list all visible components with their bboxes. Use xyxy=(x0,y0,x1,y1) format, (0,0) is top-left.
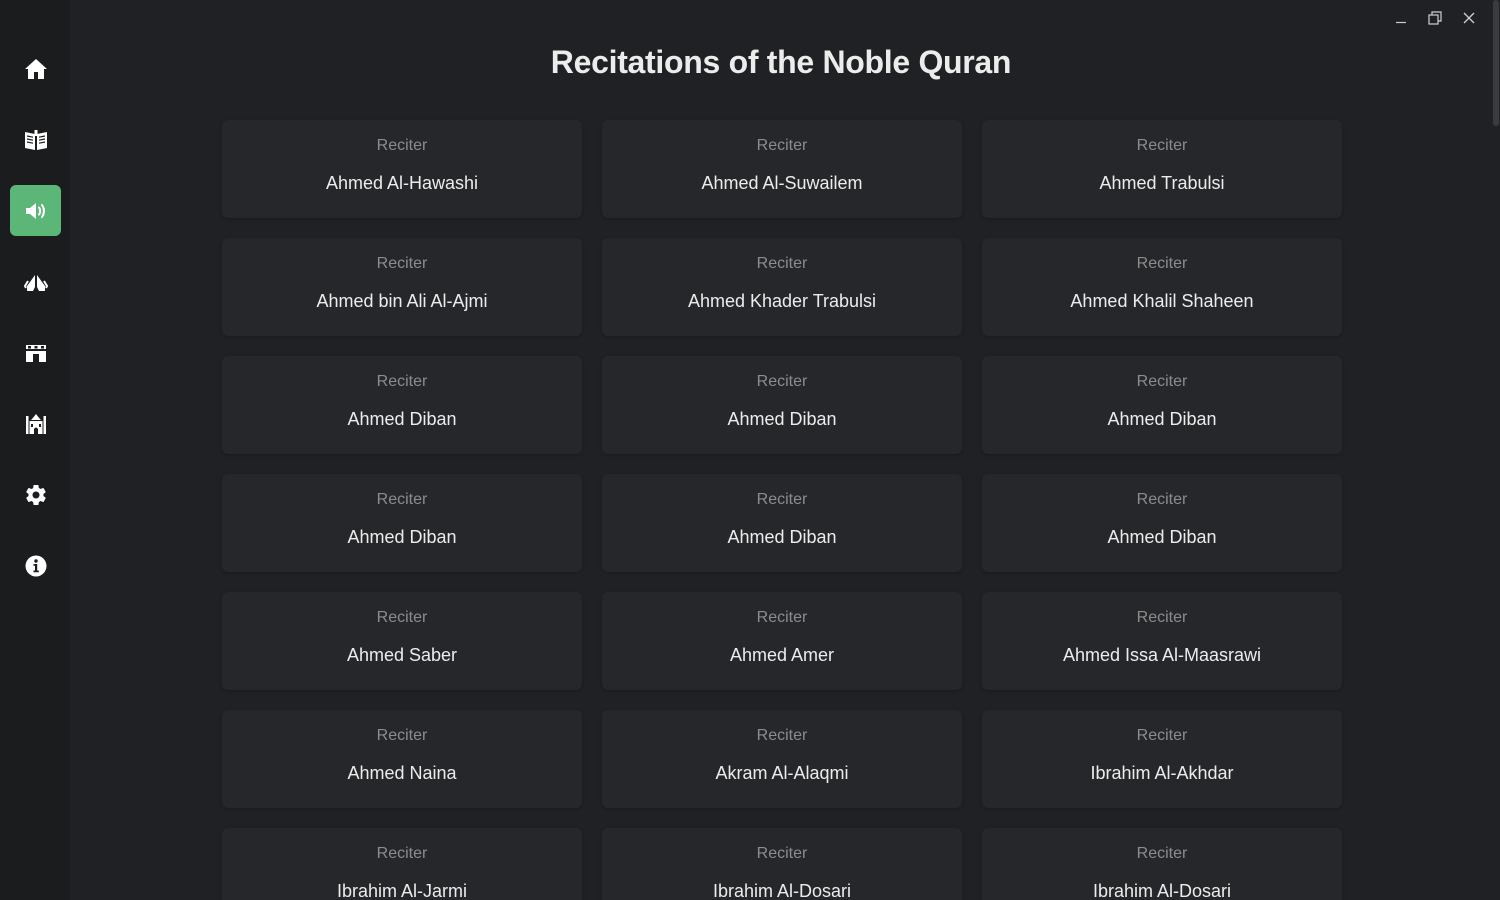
reciter-card[interactable]: Reciter Ahmed Diban xyxy=(222,356,582,454)
reciter-card-name: Ahmed bin Ali Al-Ajmi xyxy=(316,291,488,311)
kaaba-icon xyxy=(25,344,46,362)
reciter-card-name: Ahmed Amer xyxy=(729,645,835,665)
reciter-card[interactable]: Reciter Ahmed Amer xyxy=(602,592,962,690)
minimize-button[interactable] xyxy=(1384,6,1418,30)
reciter-card[interactable]: Reciter Ahmed Khalil Shaheen xyxy=(982,238,1342,336)
reciter-card-name: Ahmed Khalil Shaheen xyxy=(1070,291,1254,311)
reciter-card-label: Reciter xyxy=(756,255,808,272)
reciter-card-label: Reciter xyxy=(756,137,808,154)
reciter-card-label: Reciter xyxy=(376,845,428,862)
reciter-card-label: Reciter xyxy=(1136,373,1188,390)
minimize-icon xyxy=(1396,21,1406,24)
reciter-card[interactable]: Reciter Ahmed Saber xyxy=(222,592,582,690)
reciter-card-name: Ahmed Diban xyxy=(727,409,837,429)
reciter-card-name: Akram Al-Alaqmi xyxy=(715,763,849,783)
reciter-card[interactable]: Reciter Ibrahim Al-Dosari xyxy=(602,828,962,900)
reciter-card-name: Ahmed Naina xyxy=(347,763,457,783)
reciter-card-name: Ahmed Al-Suwailem xyxy=(701,173,863,193)
reciter-card[interactable]: Reciter Ahmed Diban xyxy=(982,356,1342,454)
reciter-card-label: Reciter xyxy=(756,373,808,390)
reciter-card-name: Ahmed Al-Hawashi xyxy=(325,173,479,193)
scrollbar[interactable] xyxy=(1492,0,1500,900)
reciter-card-name: Ahmed Diban xyxy=(727,527,837,547)
reciter-card-label: Reciter xyxy=(376,491,428,508)
sidebar-item-supplications[interactable] xyxy=(10,256,61,307)
reciter-card-label: Reciter xyxy=(1136,491,1188,508)
reciter-card[interactable]: Reciter Ahmed bin Ali Al-Ajmi xyxy=(222,238,582,336)
quran-book-icon xyxy=(24,129,47,150)
reciter-card[interactable]: Reciter Akram Al-Alaqmi xyxy=(602,710,962,808)
reciter-card-label: Reciter xyxy=(376,609,428,626)
sidebar-item-mosque[interactable] xyxy=(10,398,61,449)
reciter-card[interactable]: Reciter Ahmed Al-Hawashi xyxy=(222,120,582,218)
reciter-card-label: Reciter xyxy=(376,373,428,390)
reciter-grid: Reciter Ahmed Al-Hawashi Reciter Ahmed Al-S… xyxy=(222,120,1342,900)
reciter-card-name: Ahmed Diban xyxy=(347,527,457,547)
reciter-card[interactable]: Reciter Ahmed Khader Trabulsi xyxy=(602,238,962,336)
praying-hands-icon xyxy=(23,274,48,291)
restore-button[interactable] xyxy=(1418,6,1452,30)
reciter-card-name: Ahmed Issa Al-Maasrawi xyxy=(1062,645,1262,665)
reciter-card[interactable]: Reciter Ahmed Issa Al-Maasrawi xyxy=(982,592,1342,690)
reciter-card-name: Ahmed Diban xyxy=(1107,527,1217,547)
reciter-card-label: Reciter xyxy=(376,137,428,154)
sidebar-item-quran[interactable] xyxy=(10,114,61,165)
app-window: Recitations of the Noble Quran Reciter Ah… xyxy=(0,0,1500,900)
home-icon xyxy=(24,58,47,79)
reciter-card[interactable]: Reciter Ahmed Trabulsi xyxy=(982,120,1342,218)
reciter-card-name: Ibrahim Al-Jarmi xyxy=(336,881,468,900)
reciter-card-label: Reciter xyxy=(756,491,808,508)
reciter-card[interactable]: Reciter Ibrahim Al-Jarmi xyxy=(222,828,582,900)
reciter-card-name: Ibrahim Al-Akhdar xyxy=(1090,763,1234,783)
reciter-card[interactable]: Reciter Ahmed Diban xyxy=(602,474,962,572)
sidebar-item-recitations[interactable] xyxy=(10,185,61,236)
reciter-card-label: Reciter xyxy=(756,845,808,862)
sidebar-item-home[interactable] xyxy=(10,43,61,94)
reciter-card[interactable]: Reciter Ibrahim Al-Dosari xyxy=(982,828,1342,900)
reciter-card-label: Reciter xyxy=(376,727,428,744)
reciter-card-name: Ahmed Trabulsi xyxy=(1099,173,1225,193)
page-title: Recitations of the Noble Quran xyxy=(550,44,1012,80)
reciter-card-label: Reciter xyxy=(1136,609,1188,626)
scrollbar-thumb[interactable] xyxy=(1493,0,1499,126)
reciter-card[interactable]: Reciter Ahmed Al-Suwailem xyxy=(602,120,962,218)
info-icon xyxy=(25,555,46,576)
reciter-card-name: Ibrahim Al-Dosari xyxy=(1092,881,1232,900)
sidebar-item-kaaba[interactable] xyxy=(10,327,61,378)
reciter-card-label: Reciter xyxy=(1136,137,1188,154)
reciter-card-label: Reciter xyxy=(376,255,428,272)
sidebar xyxy=(0,0,70,900)
reciter-card-label: Reciter xyxy=(1136,727,1188,744)
reciter-card-name: Ahmed Diban xyxy=(347,409,457,429)
reciter-card-label: Reciter xyxy=(756,727,808,744)
reciter-card[interactable]: Reciter Ahmed Diban xyxy=(982,474,1342,572)
reciter-card[interactable]: Reciter Ahmed Diban xyxy=(602,356,962,454)
reciter-card-name: Ahmed Diban xyxy=(1107,409,1217,429)
sidebar-item-settings[interactable] xyxy=(10,469,61,520)
speaker-icon xyxy=(25,202,45,219)
reciter-card[interactable]: Reciter Ahmed Diban xyxy=(222,474,582,572)
reciter-card-label: Reciter xyxy=(1136,255,1188,272)
reciter-card[interactable]: Reciter Ibrahim Al-Akhdar xyxy=(982,710,1342,808)
window-controls xyxy=(1384,6,1486,30)
mosque-icon xyxy=(25,413,46,434)
close-icon xyxy=(1463,12,1475,24)
reciter-card-name: Ahmed Khader Trabulsi xyxy=(687,291,877,311)
gear-icon xyxy=(25,484,46,505)
sidebar-item-about[interactable] xyxy=(10,540,61,591)
reciter-card-name: Ahmed Saber xyxy=(346,645,458,665)
reciter-card[interactable]: Reciter Ahmed Naina xyxy=(222,710,582,808)
restore-icon xyxy=(1428,11,1442,25)
close-button[interactable] xyxy=(1452,6,1486,30)
reciter-card-name: Ibrahim Al-Dosari xyxy=(712,881,852,900)
reciter-card-label: Reciter xyxy=(1136,845,1188,862)
reciter-card-label: Reciter xyxy=(756,609,808,626)
